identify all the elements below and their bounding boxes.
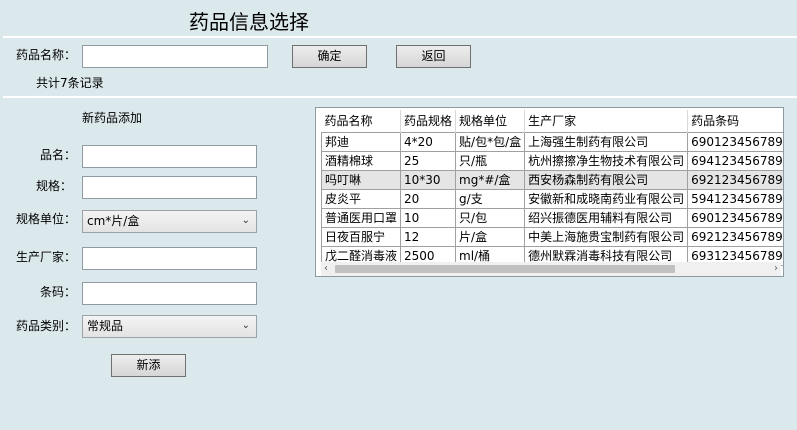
column-header[interactable]: 药品条码 — [687, 110, 783, 133]
column-header[interactable]: 生产厂家 — [524, 110, 689, 133]
table-cell[interactable]: 酒精棉球 — [320, 151, 402, 171]
table-row[interactable]: 吗叮啉 10*30 mg*#/盒 西安杨森制药有限公司 6921234567890 — [320, 170, 783, 190]
table-cell[interactable]: 10 — [400, 208, 457, 228]
table-cell[interactable]: 普通医用口罩 — [320, 208, 402, 228]
unit-label: 规格单位： — [16, 212, 77, 226]
table-cell[interactable]: 6901234567892 — [687, 132, 783, 152]
table-cell[interactable]: 上海强生制药有限公司 — [524, 132, 689, 152]
table-cell[interactable]: 4*20 — [400, 132, 457, 152]
column-header[interactable]: 药品名称 — [321, 110, 402, 133]
table-cell[interactable]: g/支 — [455, 189, 526, 209]
category-select[interactable]: 常规品 ⌄ — [82, 315, 257, 338]
table-cell[interactable]: 12 — [400, 227, 457, 247]
barcode-label: 条码： — [40, 285, 77, 299]
maker-label: 生产厂家： — [16, 250, 77, 264]
table-cell[interactable]: 吗叮啉 — [320, 170, 402, 190]
divider-top — [3, 36, 797, 38]
column-header[interactable]: 药品规格 — [400, 110, 457, 133]
table-cell[interactable]: 贴/包*包/盒 — [455, 132, 526, 152]
table-cell[interactable]: 6901234567899 — [687, 208, 783, 228]
table-cell[interactable]: 只/瓶 — [455, 151, 526, 171]
scroll-right-icon[interactable]: › — [774, 262, 778, 276]
maker-input[interactable] — [82, 247, 257, 270]
horizontal-scrollbar[interactable]: ‹ › — [321, 262, 781, 276]
table-row[interactable]: 日夜百服宁 12 片/盒 中美上海施贵宝制药有限公司 6921234567891 — [320, 227, 783, 247]
medicine-table[interactable]: 药品名称 药品规格 规格单位 生产厂家 药品条码 邦迪 4*20 贴/包*包/盒 上海… — [315, 107, 784, 277]
scrollbar-thumb[interactable] — [335, 265, 675, 273]
table-cell[interactable]: 20 — [400, 189, 457, 209]
table-header-row: 药品名称 药品规格 规格单位 生产厂家 药品条码 — [321, 110, 783, 133]
confirm-button[interactable]: 确定 — [292, 45, 367, 68]
page-title: 药品信息选择 — [189, 10, 309, 34]
table-cell[interactable]: 25 — [400, 151, 457, 171]
barcode-input[interactable] — [82, 282, 257, 305]
table-cell[interactable]: 日夜百服宁 — [320, 227, 402, 247]
name-label: 品名： — [40, 148, 77, 162]
table-cell[interactable]: 绍兴振德医用辅料有限公司 — [524, 208, 689, 228]
table-cell[interactable]: 安徽新和成晓南药业有限公司 — [524, 189, 689, 209]
category-select-value: 常规品 — [87, 319, 124, 333]
table-cell[interactable]: 6921234567891 — [687, 227, 783, 247]
table-cell[interactable]: 6941234567892 — [687, 151, 783, 171]
search-input[interactable] — [82, 45, 268, 68]
record-count: 共计7条记录 — [36, 76, 104, 90]
table-row[interactable]: 酒精棉球 25 只/瓶 杭州擦擦净生物技术有限公司 6941234567892 — [320, 151, 783, 171]
table-cell[interactable]: 皮炎平 — [320, 189, 402, 209]
table-cell[interactable]: 中美上海施贵宝制药有限公司 — [524, 227, 689, 247]
category-label: 药品类别： — [16, 319, 77, 333]
table-cell[interactable]: 西安杨森制药有限公司 — [524, 170, 689, 190]
table-cell[interactable]: 杭州擦擦净生物技术有限公司 — [524, 151, 689, 171]
scroll-left-icon[interactable]: ‹ — [324, 262, 328, 276]
table-cell[interactable]: 邦迪 — [320, 132, 402, 152]
table-row[interactable]: 普通医用口罩 10 只/包 绍兴振德医用辅料有限公司 6901234567899 — [320, 208, 783, 228]
table-cell[interactable]: mg*#/盒 — [455, 170, 526, 190]
column-header[interactable]: 规格单位 — [455, 110, 526, 133]
table-cell[interactable]: 片/盒 — [455, 227, 526, 247]
unit-select-value: cm*片/盒 — [87, 214, 140, 228]
spec-input[interactable] — [82, 176, 257, 199]
add-form-heading: 新药品添加 — [82, 111, 143, 125]
table-row[interactable]: 邦迪 4*20 贴/包*包/盒 上海强生制药有限公司 6901234567892 — [320, 132, 783, 152]
chevron-down-icon: ⌄ — [241, 215, 250, 226]
unit-select[interactable]: cm*片/盒 ⌄ — [82, 210, 257, 233]
divider-middle — [3, 96, 797, 98]
spec-label: 规格： — [36, 179, 73, 193]
chevron-down-icon: ⌄ — [241, 320, 250, 331]
table-cell[interactable]: 10*30 — [400, 170, 457, 190]
search-label: 药品名称： — [16, 48, 77, 62]
add-button[interactable]: 新添 — [111, 354, 186, 377]
name-input[interactable] — [82, 145, 257, 168]
table-row[interactable]: 皮炎平 20 g/支 安徽新和成晓南药业有限公司 5941234567891 — [320, 189, 783, 209]
back-button[interactable]: 返回 — [396, 45, 471, 68]
table-cell[interactable]: 只/包 — [455, 208, 526, 228]
table-cell[interactable]: 6921234567890 — [687, 170, 783, 190]
table-cell[interactable]: 5941234567891 — [687, 189, 783, 209]
